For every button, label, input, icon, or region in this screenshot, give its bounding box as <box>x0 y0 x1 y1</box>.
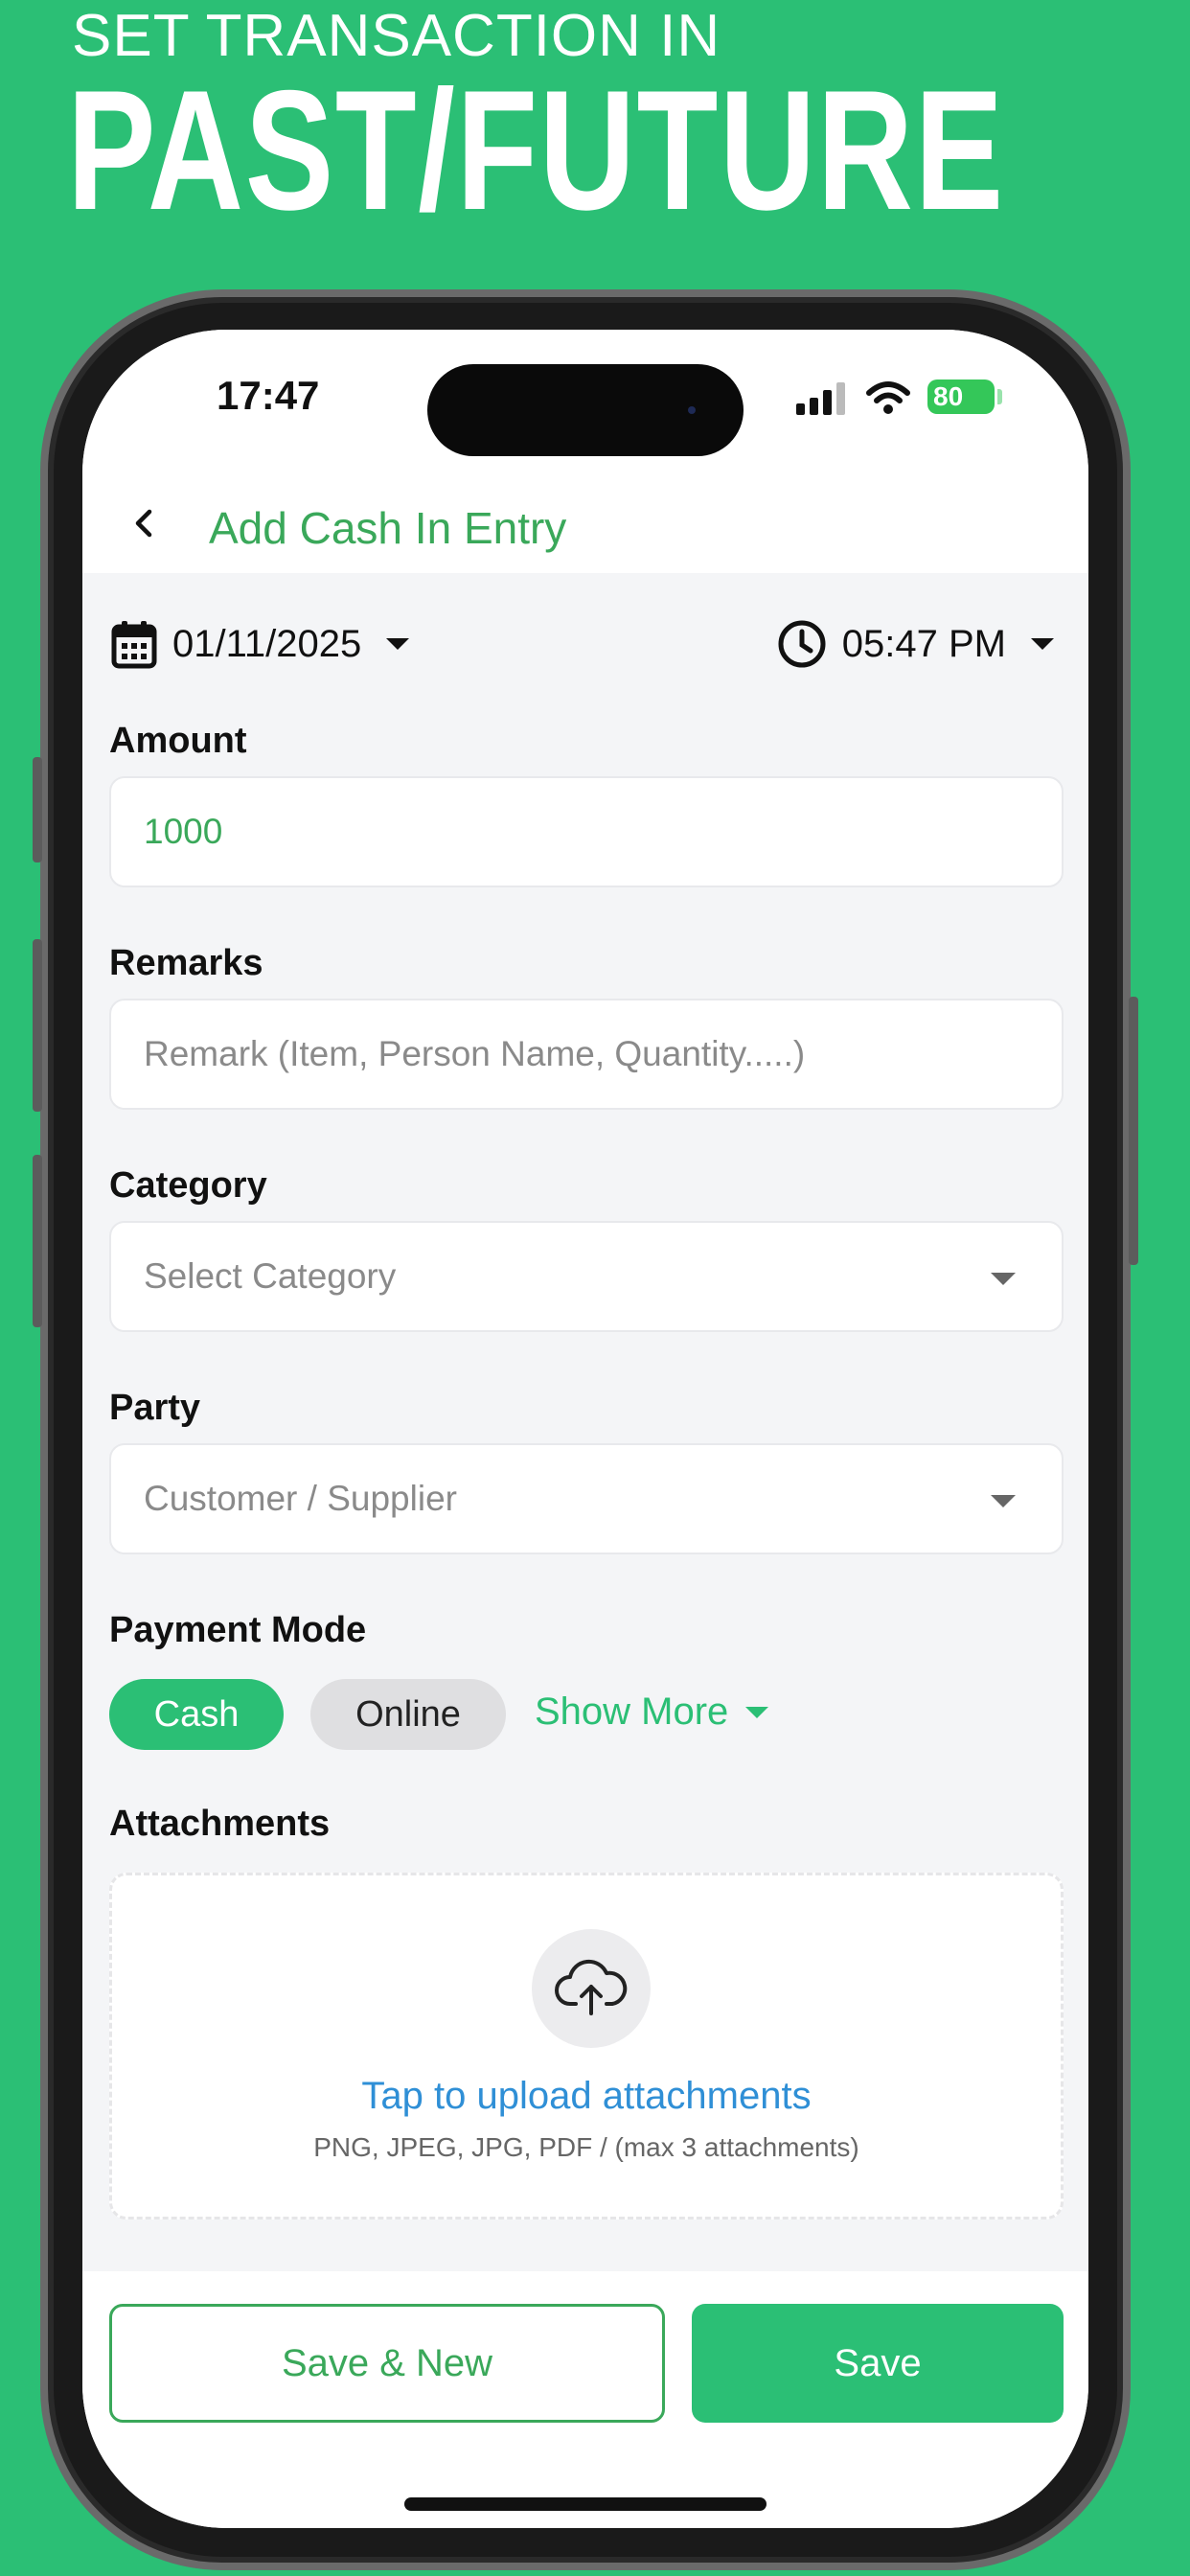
attachments-label: Attachments <box>109 1804 331 1844</box>
chevron-left-icon[interactable] <box>125 502 167 544</box>
calendar-icon <box>111 621 157 669</box>
category-select[interactable]: Select Category <box>109 1221 1064 1332</box>
battery-icon: 80 <box>927 380 995 414</box>
volume-down-button <box>33 1155 42 1327</box>
payment-mode-label: Payment Mode <box>109 1610 367 1650</box>
banner-line-2: PAST/FUTURE <box>67 55 1005 245</box>
payment-option-cash[interactable]: Cash <box>109 1679 284 1750</box>
category-placeholder: Select Category <box>144 1256 397 1296</box>
upload-hint: PNG, JPEG, JPG, PDF / (max 3 attachments… <box>313 2132 859 2162</box>
home-indicator[interactable] <box>404 2497 767 2511</box>
amount-label: Amount <box>109 721 247 761</box>
remarks-input[interactable]: Remark (Item, Person Name, Quantity.....… <box>109 999 1064 1110</box>
amount-input[interactable]: 1000 <box>109 776 1064 887</box>
chevron-down-icon <box>1031 638 1054 650</box>
status-time: 17:47 <box>217 373 320 418</box>
save-and-new-button[interactable]: Save & New <box>109 2304 665 2423</box>
wifi-icon <box>866 381 910 414</box>
save-button[interactable]: Save <box>692 2304 1064 2423</box>
chevron-down-icon <box>991 1495 1016 1507</box>
cloud-upload-icon <box>555 1959 628 2015</box>
time-value: 05:47 PM <box>841 622 1006 665</box>
chevron-down-icon <box>745 1706 769 1718</box>
battery-level: 80 <box>933 381 964 411</box>
chevron-down-icon <box>991 1273 1016 1285</box>
remarks-placeholder: Remark (Item, Person Name, Quantity.....… <box>144 1034 806 1073</box>
remarks-label: Remarks <box>109 943 263 983</box>
show-more-button[interactable]: Show More <box>535 1690 769 1734</box>
app-header: Add Cash In Entry <box>82 473 1088 573</box>
attachment-upload-area[interactable]: Tap to upload attachments PNG, JPEG, JPG… <box>109 1873 1064 2220</box>
power-button <box>1129 997 1138 1265</box>
show-more-label: Show More <box>535 1690 729 1733</box>
clock-icon <box>778 620 826 668</box>
dynamic-island <box>427 364 744 456</box>
chevron-down-icon <box>386 638 410 650</box>
party-select[interactable]: Customer / Supplier <box>109 1443 1064 1554</box>
time-picker[interactable]: 05:47 PM <box>777 606 1054 682</box>
party-placeholder: Customer / Supplier <box>144 1479 457 1518</box>
page-title: Add Cash In Entry <box>209 503 567 553</box>
app-screen: 17:47 80 Add Cash In Entry 01/11/2025 05… <box>82 330 1088 2528</box>
upload-icon-circle <box>532 1929 651 2048</box>
payment-option-online[interactable]: Online <box>310 1679 506 1750</box>
category-label: Category <box>109 1165 267 1206</box>
signal-icon <box>796 382 850 415</box>
footer-actions: Save & New Save <box>82 2271 1088 2528</box>
amount-value: 1000 <box>144 812 223 851</box>
mute-switch <box>33 757 42 862</box>
date-time-row: 01/11/2025 05:47 PM <box>82 606 1088 682</box>
upload-title: Tap to upload attachments <box>361 2075 812 2117</box>
volume-up-button <box>33 939 42 1112</box>
battery-tip <box>997 389 1002 404</box>
date-picker[interactable]: 01/11/2025 <box>111 606 410 682</box>
party-label: Party <box>109 1388 201 1428</box>
date-value: 01/11/2025 <box>172 622 362 665</box>
status-bar: 17:47 80 <box>82 330 1088 473</box>
